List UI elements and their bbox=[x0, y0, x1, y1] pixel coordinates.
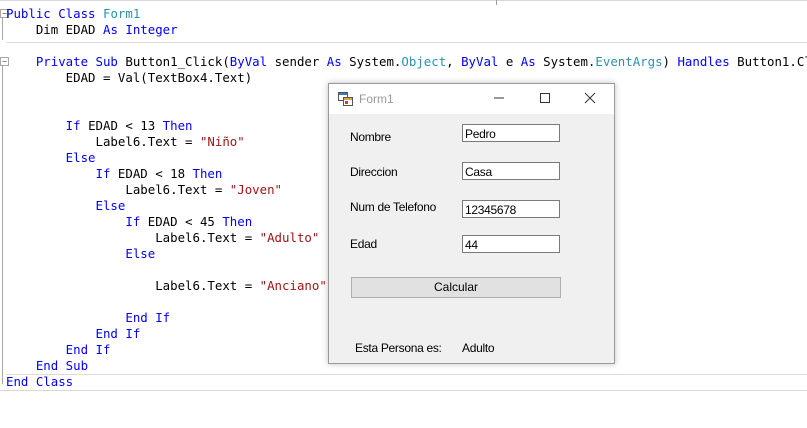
code-token: ByVal bbox=[461, 54, 499, 69]
code-line[interactable]: Label6.Text = "Anciano" bbox=[6, 278, 327, 294]
code-token: Then bbox=[222, 214, 253, 229]
code-line[interactable]: Else bbox=[6, 198, 126, 214]
edad-textbox[interactable]: 44 bbox=[462, 235, 560, 253]
code-token: End If bbox=[6, 342, 111, 357]
form-app-icon bbox=[338, 92, 353, 106]
code-token: As Integer bbox=[102, 22, 178, 37]
code-line[interactable]: Label6.Text = "Niño" bbox=[6, 134, 245, 150]
title-bar[interactable]: Form1 bbox=[329, 84, 614, 114]
code-token: Label6.Text = bbox=[6, 278, 260, 293]
code-token: sender bbox=[267, 54, 327, 69]
code-token: ByVal bbox=[229, 54, 268, 69]
method-separator bbox=[6, 374, 807, 375]
code-line[interactable]: Dim EDAD As Integer bbox=[6, 22, 178, 38]
code-token: End Class bbox=[6, 374, 74, 389]
code-token: , bbox=[446, 54, 462, 69]
telefono-textbox[interactable]: 12345678 bbox=[462, 200, 560, 218]
code-token: If bbox=[6, 118, 81, 133]
code-token: EDAD = Val(TextBox4.Text) bbox=[6, 70, 253, 85]
code-token: Button1.Click bbox=[737, 54, 807, 69]
code-token: Form1 bbox=[102, 6, 141, 21]
code-line[interactable]: If EDAD < 18 Then bbox=[6, 166, 223, 182]
code-line[interactable]: End If bbox=[6, 342, 111, 358]
code-token: Handles bbox=[677, 54, 730, 69]
code-token: Label6.Text = bbox=[6, 134, 200, 149]
code-line[interactable]: If EDAD < 13 Then bbox=[6, 118, 193, 134]
code-line[interactable]: End If bbox=[6, 310, 170, 326]
code-line[interactable]: Else bbox=[6, 150, 96, 166]
code-token: Then bbox=[162, 118, 193, 133]
code-token: "Adulto" bbox=[259, 230, 320, 245]
code-token: Label6.Text = bbox=[6, 230, 260, 245]
code-line[interactable]: Private Sub Button1_Click(ByVal sender A… bbox=[6, 54, 807, 70]
code-token: End If bbox=[6, 310, 171, 325]
code-line[interactable]: If EDAD < 45 Then bbox=[6, 214, 252, 230]
result-value-label: Adulto bbox=[462, 341, 495, 355]
code-token: End If bbox=[6, 326, 141, 341]
code-token: ) bbox=[662, 54, 678, 69]
code-token: If bbox=[6, 166, 111, 181]
code-token: Public Class bbox=[6, 6, 103, 21]
code-token: Else bbox=[6, 150, 96, 165]
code-token: Label6.Text = bbox=[6, 182, 230, 197]
code-token: Private Sub bbox=[6, 54, 126, 69]
maximize-icon[interactable] bbox=[534, 90, 556, 108]
outline-line bbox=[2, 66, 3, 384]
code-token: "Anciano" bbox=[259, 278, 327, 293]
result-caption-label: Esta Persona es: bbox=[355, 341, 442, 355]
form1-window[interactable]: Form1 Nombre Pedro Direccion Casa Num de… bbox=[328, 83, 615, 364]
code-token: Dim EDAD bbox=[6, 22, 103, 37]
code-line[interactable]: Public Class Form1 bbox=[6, 6, 140, 22]
code-token: "Niño" bbox=[199, 134, 245, 149]
direccion-label: Direccion bbox=[350, 165, 398, 179]
code-token: End Sub bbox=[6, 358, 89, 373]
close-icon[interactable] bbox=[579, 90, 601, 108]
direccion-textbox[interactable]: Casa bbox=[462, 162, 560, 180]
code-token: e bbox=[498, 54, 521, 69]
code-token: "Joven" bbox=[229, 182, 283, 197]
code-token: EDAD < 18 bbox=[110, 166, 193, 181]
code-token: EDAD < 13 bbox=[80, 118, 163, 133]
code-line[interactable]: End If bbox=[6, 326, 141, 342]
code-token: System. bbox=[535, 54, 596, 69]
code-token: Else bbox=[6, 198, 126, 213]
code-token: System. bbox=[341, 54, 402, 69]
code-token: As bbox=[520, 54, 536, 69]
code-line[interactable]: Else bbox=[6, 246, 155, 262]
code-token: Object bbox=[401, 54, 447, 69]
editor-top-border bbox=[0, 0, 807, 1]
minimize-icon[interactable] bbox=[488, 90, 510, 108]
code-line[interactable]: End Class bbox=[6, 374, 73, 390]
edad-label: Edad bbox=[350, 237, 377, 251]
method-separator bbox=[6, 42, 807, 43]
code-token: As bbox=[326, 54, 342, 69]
code-line[interactable]: EDAD = Val(TextBox4.Text) bbox=[6, 70, 253, 86]
code-token: EventArgs bbox=[595, 54, 663, 69]
code-line[interactable]: Label6.Text = "Adulto" bbox=[6, 230, 319, 246]
telefono-label: Num de Telefono bbox=[350, 200, 437, 214]
code-token: If bbox=[6, 214, 141, 229]
code-token: Then bbox=[192, 166, 223, 181]
editor-split-marker bbox=[496, 0, 497, 5]
outline-line bbox=[2, 18, 3, 40]
code-token: Else bbox=[6, 246, 156, 261]
window-title: Form1 bbox=[359, 92, 394, 106]
code-line[interactable]: Label6.Text = "Joven" bbox=[6, 182, 282, 198]
nombre-textbox[interactable]: Pedro bbox=[462, 124, 560, 142]
code-line[interactable]: End Sub bbox=[6, 358, 88, 374]
calcular-button[interactable]: Calcular bbox=[351, 277, 561, 298]
code-token: Button1_Click( bbox=[125, 54, 230, 69]
code-token: EDAD < 45 bbox=[140, 214, 223, 229]
nombre-label: Nombre bbox=[350, 130, 391, 144]
